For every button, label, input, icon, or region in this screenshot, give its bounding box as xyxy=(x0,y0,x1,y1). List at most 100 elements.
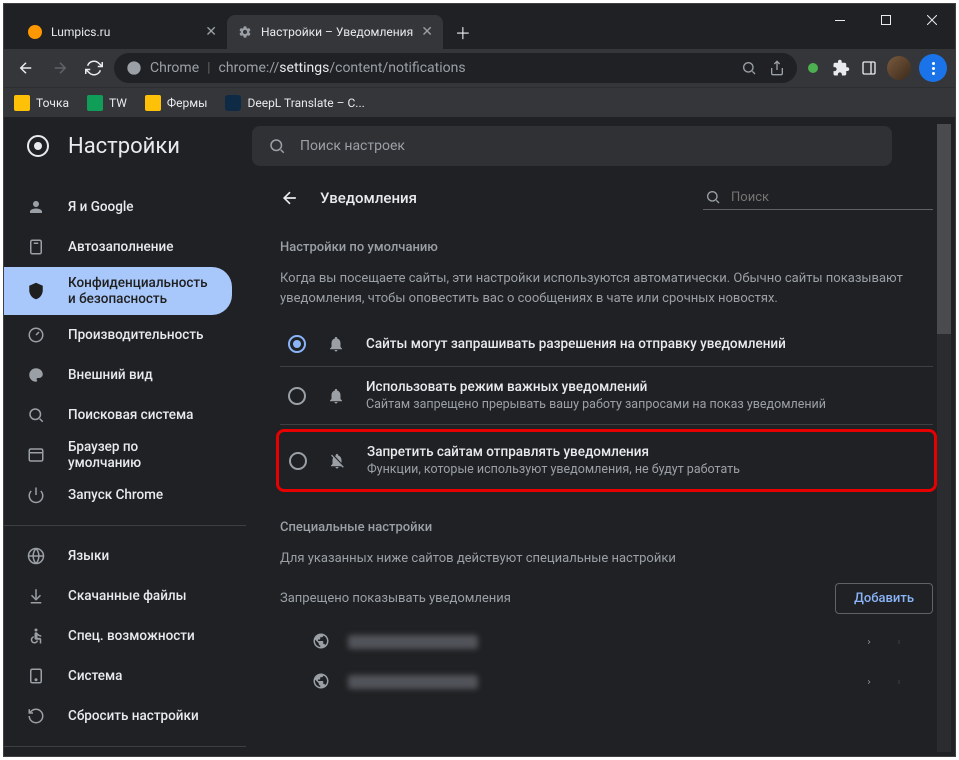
window-controls xyxy=(817,4,955,36)
chrome-logo-icon xyxy=(26,134,50,158)
sidebar-item-autofill[interactable]: Автозаполнение xyxy=(4,227,232,267)
reload-button[interactable] xyxy=(80,54,108,82)
content-area: Настройки Поиск настроек Я и Google Авто… xyxy=(4,117,955,756)
chevron-right-icon[interactable] xyxy=(865,676,873,688)
shield-icon xyxy=(26,281,46,301)
tab-settings[interactable]: Настройки – Уведомления ✕ xyxy=(227,15,443,49)
close-button[interactable] xyxy=(909,4,955,36)
power-icon xyxy=(26,485,46,505)
minimize-button[interactable] xyxy=(817,4,863,36)
bookmarks-bar: Точка TW Фермы DeepL Translate – С... xyxy=(4,87,955,117)
maximize-button[interactable] xyxy=(863,4,909,36)
page-title: Уведомления xyxy=(320,189,417,207)
sidebar-item-search[interactable]: Поисковая система xyxy=(4,395,232,435)
bell-off-icon xyxy=(327,451,347,471)
add-button[interactable]: Добавить xyxy=(835,583,933,614)
accessibility-icon xyxy=(26,626,46,646)
scrollbar-thumb[interactable] xyxy=(937,175,951,334)
bookmark-deepl[interactable]: DeepL Translate – С... xyxy=(225,95,364,111)
sidebar-item-reset[interactable]: Сбросить настройки xyxy=(4,696,232,736)
search-icon[interactable] xyxy=(741,60,757,76)
new-tab-button[interactable]: ＋ xyxy=(449,18,477,46)
radio-button[interactable] xyxy=(288,335,306,353)
extensions-icon[interactable] xyxy=(831,58,851,78)
more-icon[interactable] xyxy=(897,634,901,650)
tab-lumpics[interactable]: Lumpics.ru ✕ xyxy=(17,15,227,49)
extension-icons xyxy=(803,54,947,82)
bell-icon xyxy=(326,386,346,406)
search-icon xyxy=(705,189,721,205)
bookmark-fermy[interactable]: Фермы xyxy=(145,95,208,111)
clipboard-icon xyxy=(26,237,46,257)
page-search-input[interactable] xyxy=(731,190,931,205)
palette-icon xyxy=(26,365,46,385)
page-search[interactable] xyxy=(703,185,933,210)
settings-title: Настройки xyxy=(68,134,180,159)
site-url-blurred xyxy=(348,635,478,649)
back-button[interactable] xyxy=(12,54,40,82)
page-header: Уведомления xyxy=(280,185,933,210)
favicon-lumpics xyxy=(27,24,43,40)
sidebar-item-default-browser[interactable]: Браузер по умолчанию xyxy=(4,435,232,475)
download-icon xyxy=(26,586,46,606)
radio-block-notifications[interactable]: Запретить сайтам отправлять уведомления … xyxy=(281,434,932,487)
side-panel-icon[interactable] xyxy=(859,58,879,78)
scrollbar[interactable] xyxy=(937,175,951,752)
sidebar: Я и Google Автозаполнение Конфиденциальн… xyxy=(4,175,246,756)
toolbar: Chrome | chrome://settings/content/notif… xyxy=(4,49,955,87)
forward-button[interactable] xyxy=(46,54,74,82)
highlight-box: Запретить сайтам отправлять уведомления … xyxy=(276,429,937,492)
settings-header: Настройки Поиск настроек xyxy=(4,117,955,175)
search-icon xyxy=(26,405,46,425)
settings-search[interactable]: Поиск настроек xyxy=(252,126,892,166)
titlebar: Lumpics.ru ✕ Настройки – Уведомления ✕ ＋ xyxy=(4,4,955,49)
sidebar-divider xyxy=(4,746,246,747)
ext-icon-1[interactable] xyxy=(803,58,823,78)
sidebar-item-you-google[interactable]: Я и Google xyxy=(4,187,232,227)
radio-quieter-messaging[interactable]: Использовать режим важных уведомлений Са… xyxy=(280,367,933,425)
system-icon xyxy=(26,666,46,686)
person-icon xyxy=(26,197,46,217)
radio-button[interactable] xyxy=(289,452,307,470)
sidebar-item-system[interactable]: Система xyxy=(4,656,232,696)
chevron-right-icon[interactable] xyxy=(865,636,873,648)
url-prefix: Chrome xyxy=(150,60,199,76)
radio-sites-can-ask[interactable]: Сайты могут запрашивать разрешения на от… xyxy=(280,322,933,367)
sidebar-item-languages[interactable]: Языки xyxy=(4,536,232,576)
tab-title: Lumpics.ru xyxy=(51,25,110,39)
share-icon[interactable] xyxy=(769,60,785,76)
browser-icon xyxy=(26,445,46,465)
main-content: Уведомления Настройки по умолчанию Когда… xyxy=(246,175,955,756)
bookmark-tochka[interactable]: Точка xyxy=(14,95,69,111)
globe-icon xyxy=(26,546,46,566)
radio-button[interactable] xyxy=(288,387,306,405)
back-arrow-button[interactable] xyxy=(280,188,300,208)
sidebar-item-privacy[interactable]: Конфиденциальность и безопасность xyxy=(4,267,232,315)
sidebar-item-accessibility[interactable]: Спец. возможности xyxy=(4,616,232,656)
special-section-desc: Для указанных ниже сайтов действуют спец… xyxy=(280,549,933,569)
sidebar-item-startup[interactable]: Запуск Chrome xyxy=(4,475,232,515)
sidebar-item-appearance[interactable]: Внешний вид xyxy=(4,355,232,395)
speed-icon xyxy=(26,325,46,345)
gear-icon xyxy=(237,24,253,40)
close-icon[interactable]: ✕ xyxy=(421,24,433,40)
close-icon[interactable]: ✕ xyxy=(205,24,217,40)
blocked-site-row[interactable] xyxy=(280,622,933,662)
special-section-title: Специальные настройки xyxy=(280,520,933,535)
blocked-site-row[interactable] xyxy=(280,662,933,702)
tab-title: Настройки – Уведомления xyxy=(261,25,413,39)
sidebar-item-performance[interactable]: Производительность xyxy=(4,315,232,355)
defaults-section-desc: Когда вы посещаете сайты, эти настройки … xyxy=(280,269,933,308)
globe-icon xyxy=(312,672,332,692)
sidebar-item-downloads[interactable]: Скачанные файлы xyxy=(4,576,232,616)
reset-icon xyxy=(26,706,46,726)
avatar[interactable] xyxy=(887,56,911,80)
menu-button[interactable] xyxy=(919,54,947,82)
defaults-section-title: Настройки по умолчанию xyxy=(280,240,933,255)
address-bar[interactable]: Chrome | chrome://settings/content/notif… xyxy=(114,53,797,83)
site-url-blurred xyxy=(348,675,478,689)
bookmark-tw[interactable]: TW xyxy=(87,95,127,111)
globe-icon xyxy=(312,632,332,652)
bell-icon xyxy=(326,334,346,354)
more-icon[interactable] xyxy=(897,674,901,690)
